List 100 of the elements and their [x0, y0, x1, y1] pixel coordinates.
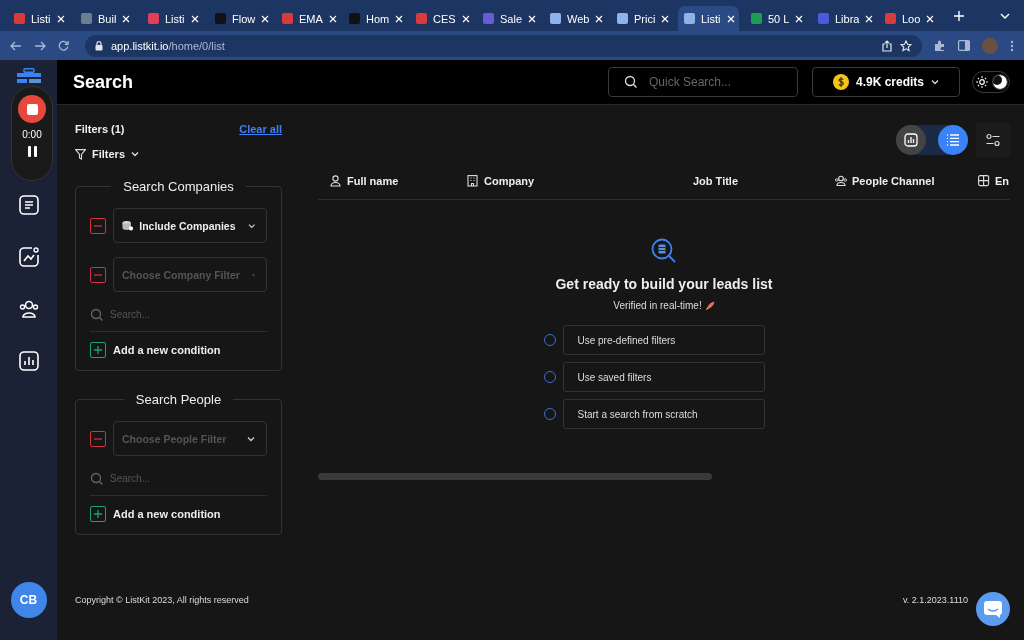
caret-icon	[931, 79, 939, 85]
reload-icon[interactable]	[58, 40, 69, 51]
browser-tab[interactable]: CES	[410, 6, 471, 31]
logo-icon[interactable]	[16, 68, 41, 83]
close-icon[interactable]	[726, 14, 735, 23]
bar-chart-icon[interactable]	[18, 351, 39, 371]
add-condition-button[interactable]: Add a new condition	[90, 506, 221, 522]
browser-tab[interactable]: Flow	[209, 6, 270, 31]
side-panel-icon[interactable]	[958, 40, 970, 51]
share-icon[interactable]	[882, 39, 892, 52]
stop-button[interactable]	[18, 95, 46, 123]
close-icon[interactable]	[261, 14, 270, 23]
browser-tab[interactable]: Listi	[142, 6, 203, 31]
caret-icon	[247, 222, 255, 229]
building-icon	[467, 175, 479, 187]
close-icon[interactable]	[56, 14, 65, 23]
browser-tab[interactable]: Libra	[812, 6, 873, 31]
close-icon[interactable]	[865, 14, 874, 23]
tab-title: Buil	[98, 12, 117, 25]
close-icon[interactable]	[328, 14, 337, 23]
search-icon	[624, 75, 638, 89]
browser-tab[interactable]: Sale	[477, 6, 538, 31]
empty-state-subtitle: Verified in real-time!	[613, 300, 702, 311]
search-field[interactable]: Search...	[90, 298, 267, 332]
column-settings-button[interactable]	[976, 123, 1010, 157]
trend-chart-icon[interactable]	[18, 247, 39, 267]
back-icon[interactable]	[10, 40, 22, 51]
scrollbar-thumb[interactable]	[318, 473, 712, 480]
chat-icon	[983, 600, 1003, 618]
tab-title: EMA	[299, 12, 323, 25]
version-text: v. 2.1.2023.1110	[902, 595, 968, 605]
option-card[interactable]: Use pre-defined filters	[562, 325, 765, 355]
more-icon[interactable]	[1010, 39, 1014, 52]
filters-toggle[interactable]: Filters	[75, 148, 140, 160]
remove-icon[interactable]	[90, 266, 106, 283]
close-icon[interactable]	[395, 14, 404, 23]
tab-title: Hom	[366, 12, 390, 25]
option-card[interactable]: Use saved filters	[562, 362, 765, 392]
chart-icon	[903, 132, 919, 148]
browser-tab[interactable]: Web	[544, 6, 605, 31]
column-header[interactable]: Job Title	[693, 175, 739, 187]
tab-title: Flow	[232, 12, 256, 25]
browser-tab[interactable]: Buil	[75, 6, 136, 31]
star-icon[interactable]	[900, 39, 912, 52]
search-field[interactable]: Search...	[90, 462, 267, 496]
credits-button[interactable]: 4.9K credits	[812, 67, 960, 97]
section-title: Search Companies	[111, 179, 246, 194]
chevron-down-icon[interactable]	[1000, 12, 1010, 19]
pause-icon[interactable]	[27, 146, 37, 157]
list-search-icon	[651, 238, 677, 264]
tab-title: Web	[567, 12, 590, 25]
close-icon[interactable]	[661, 14, 670, 23]
filter-dropdown[interactable]: Include Companies	[113, 208, 267, 243]
remove-icon[interactable]	[90, 217, 106, 234]
close-icon[interactable]	[926, 14, 935, 23]
column-header[interactable]: Company	[484, 175, 535, 187]
quick-search-field[interactable]: Quick Search...	[608, 67, 798, 97]
browser-tab[interactable]: Hom	[343, 6, 404, 31]
new-tab-icon[interactable]	[954, 10, 964, 21]
browser-tab[interactable]: EMA	[276, 6, 337, 31]
add-condition-button[interactable]: Add a new condition	[90, 342, 221, 358]
tab-title: 50 L	[768, 12, 790, 25]
view-list-button[interactable]	[938, 125, 968, 155]
close-icon[interactable]	[122, 14, 131, 23]
option-card[interactable]: Start a search from scratch	[562, 399, 765, 429]
close-icon[interactable]	[190, 14, 199, 23]
close-icon[interactable]	[461, 14, 470, 23]
address-bar[interactable]: app.listkit.io/home/0/list	[85, 34, 922, 57]
puzzle-icon[interactable]	[934, 39, 946, 52]
lock-icon	[95, 40, 103, 51]
forward-icon[interactable]	[34, 40, 46, 51]
browser-tab[interactable]: 50 L	[745, 6, 806, 31]
copyright-text: Copyright © ListKit 2023, All rights reserved	[75, 595, 249, 605]
url-text: app.listkit.io/home/0/list	[111, 39, 225, 52]
clear-all-link[interactable]: Clear all	[239, 123, 282, 135]
add-icon	[90, 342, 106, 358]
user-avatar[interactable]: CB	[10, 582, 47, 618]
search-icon	[90, 308, 104, 322]
filters-count: Filters (1)	[75, 123, 125, 135]
document-icon[interactable]	[18, 195, 39, 215]
moon-icon	[991, 74, 1008, 90]
add-icon	[90, 506, 106, 522]
remove-icon[interactable]	[90, 430, 106, 447]
close-icon[interactable]	[528, 14, 537, 23]
column-header[interactable]: En	[995, 175, 1010, 187]
view-chart-button[interactable]	[896, 125, 926, 155]
caret-icon	[247, 435, 255, 442]
people-icon	[835, 175, 847, 187]
browser-tab[interactable]: Prici	[611, 6, 672, 31]
browser-tab[interactable]: Listi	[678, 6, 739, 31]
browser-tab[interactable]: Listi	[8, 6, 69, 31]
tab-title: Sale	[500, 12, 523, 25]
column-header[interactable]: Full name	[347, 175, 399, 187]
close-icon[interactable]	[795, 14, 804, 23]
people-icon[interactable]	[18, 299, 39, 319]
page-title: Search	[73, 71, 134, 93]
browser-tab[interactable]: Loo	[879, 6, 940, 31]
column-header[interactable]: People Channel	[852, 175, 935, 187]
empty-state-title: Get ready to build your leads list	[555, 276, 773, 292]
close-icon[interactable]	[595, 14, 604, 23]
